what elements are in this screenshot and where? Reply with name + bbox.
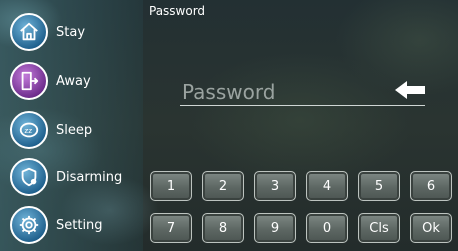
- sidebar-item-label: Disarming: [56, 169, 123, 185]
- sidebar-item-label: Sleep: [56, 122, 93, 138]
- sidebar-item-label: Away: [56, 73, 91, 89]
- gear-icon: [10, 206, 48, 244]
- disarm-shield-icon: [10, 158, 48, 196]
- key-9[interactable]: 9: [254, 213, 296, 243]
- sidebar-item-label: Stay: [56, 24, 86, 40]
- sidebar: Stay Away zz Sleep Disarming Setting: [0, 0, 143, 251]
- sidebar-item-away[interactable]: Away: [10, 61, 140, 101]
- key-0[interactable]: 0: [306, 213, 348, 243]
- key-2[interactable]: 2: [202, 171, 244, 201]
- key-8[interactable]: 8: [202, 213, 244, 243]
- key-5[interactable]: 5: [358, 171, 400, 201]
- key-7[interactable]: 7: [150, 213, 192, 243]
- sidebar-item-disarming[interactable]: Disarming: [10, 157, 140, 197]
- sidebar-item-label: Setting: [56, 217, 103, 233]
- backspace-arrow-icon: [395, 81, 425, 99]
- key-1[interactable]: 1: [150, 171, 192, 201]
- svg-text:zz: zz: [24, 126, 32, 135]
- backspace-button[interactable]: [395, 80, 425, 100]
- ok-button[interactable]: Ok: [410, 213, 452, 243]
- home-icon: [10, 13, 48, 51]
- sidebar-item-stay[interactable]: Stay: [10, 12, 140, 52]
- password-placeholder: Password: [182, 80, 276, 104]
- clear-button[interactable]: Cls: [358, 213, 400, 243]
- sidebar-item-sleep[interactable]: zz Sleep: [10, 110, 140, 150]
- password-field[interactable]: Password: [180, 78, 425, 106]
- key-4[interactable]: 4: [306, 171, 348, 201]
- exit-door-icon: [10, 62, 48, 100]
- sleep-icon: zz: [10, 111, 48, 149]
- key-3[interactable]: 3: [254, 171, 296, 201]
- sidebar-item-setting[interactable]: Setting: [10, 205, 140, 245]
- page-title: Password: [149, 4, 206, 18]
- key-6[interactable]: 6: [410, 171, 452, 201]
